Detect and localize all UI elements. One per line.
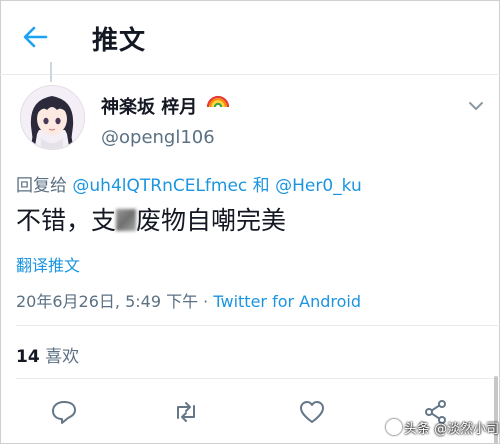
mention-link-2[interactable]: @Her0_ku bbox=[275, 176, 362, 196]
anime-girl-avatar-icon bbox=[21, 86, 84, 149]
tweet-meta: 20年6月26日, 5:49 下午 · Twitter for Android bbox=[16, 288, 361, 312]
tweet-text-part-2: 废物自嘲完美 bbox=[136, 206, 287, 235]
reply-bubble-icon[interactable] bbox=[50, 398, 78, 426]
like-count: 14 bbox=[16, 347, 40, 367]
thread-connector-line bbox=[50, 62, 52, 82]
header-bar: 推文 bbox=[0, 0, 500, 74]
arrow-left-icon[interactable] bbox=[20, 22, 50, 52]
divider-bottom bbox=[16, 378, 500, 379]
like-stats[interactable]: 14 喜欢 bbox=[16, 342, 79, 367]
display-name[interactable]: 神楽坂 梓月 bbox=[101, 93, 197, 119]
reply-and: 和 bbox=[247, 176, 276, 196]
translate-tweet-link[interactable]: 翻译推文 bbox=[16, 252, 80, 276]
censored-character bbox=[116, 209, 137, 231]
chevron-down-icon[interactable] bbox=[466, 98, 486, 114]
reply-prefix: 回复给 bbox=[16, 176, 73, 196]
mention-link-1[interactable]: @uh4lQTRnCELfmec bbox=[72, 176, 247, 196]
tweet-text: 不错，支 废物自嘲完美 bbox=[16, 201, 286, 237]
like-label: 喜欢 bbox=[39, 347, 80, 367]
avatar[interactable] bbox=[20, 85, 85, 150]
meta-separator: · bbox=[198, 292, 214, 311]
timestamp[interactable]: 20年6月26日, 5:49 下午 bbox=[16, 292, 198, 311]
toutiao-logo-icon bbox=[386, 419, 402, 435]
heart-icon[interactable] bbox=[298, 398, 326, 426]
watermark: 头条 @淡然小司 bbox=[386, 418, 499, 437]
reply-context: 回复给 @uh4lQTRnCELfmec 和 @Her0_ku bbox=[16, 171, 362, 196]
source-app-link[interactable]: Twitter for Android bbox=[213, 292, 361, 311]
tweet-text-part-1: 不错，支 bbox=[16, 206, 117, 235]
retweet-icon[interactable] bbox=[172, 398, 200, 426]
rainbow-icon bbox=[206, 95, 230, 108]
divider-top bbox=[16, 325, 500, 326]
header-divider bbox=[0, 74, 500, 75]
user-handle[interactable]: @opengl106 bbox=[101, 127, 215, 148]
page-title: 推文 bbox=[92, 26, 147, 56]
watermark-text: 头条 @淡然小司 bbox=[404, 422, 500, 437]
